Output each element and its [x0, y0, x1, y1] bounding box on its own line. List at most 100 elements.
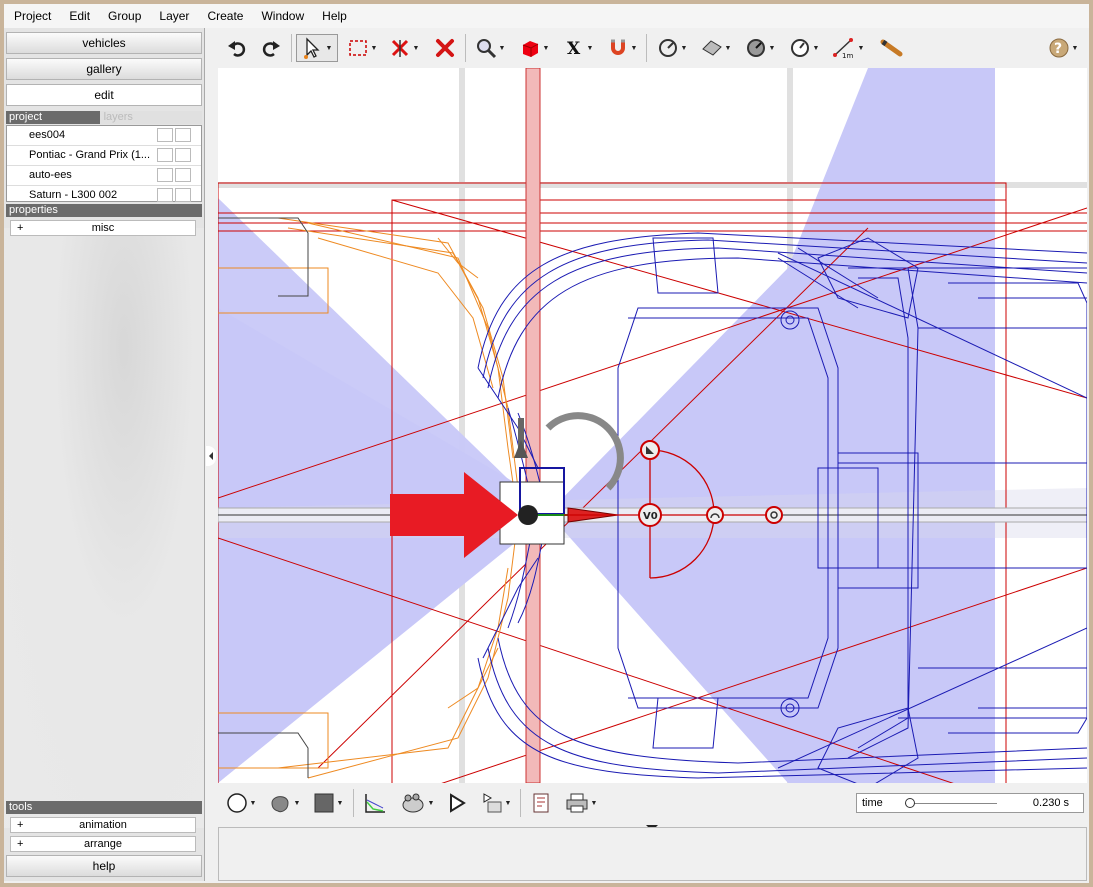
report-button[interactable]	[524, 789, 558, 817]
wireframe-scene[interactable]: V0	[218, 68, 1087, 783]
expand-icon[interactable]: +	[17, 837, 23, 851]
point-icon	[391, 39, 408, 57]
toolbar-separator	[465, 34, 466, 62]
visibility-checkbox[interactable]	[157, 128, 173, 142]
menu-create[interactable]: Create	[197, 9, 251, 23]
printer-icon	[566, 793, 588, 813]
toolbar-separator	[520, 789, 521, 817]
camera-button[interactable]: ▼	[396, 789, 438, 817]
box-icon	[522, 41, 538, 57]
select-tool-button[interactable]: ▼	[296, 34, 338, 62]
undo-icon	[228, 41, 246, 57]
project-name: auto-ees	[29, 169, 72, 181]
point-tool-button[interactable]: ▼	[384, 34, 424, 62]
properties-misc[interactable]: misc +	[10, 220, 196, 236]
measure-button[interactable]: 1m ▼	[828, 34, 868, 62]
bat-button[interactable]	[872, 34, 912, 62]
blob-shape-button[interactable]: ▼	[264, 789, 304, 817]
time-slider-track[interactable]	[905, 803, 997, 804]
svg-text:X: X	[567, 39, 581, 59]
play-button[interactable]	[440, 789, 474, 817]
color-swatch-icon	[314, 793, 334, 813]
list-item[interactable]: Pontiac - Grand Prix (1...	[7, 146, 201, 166]
list-item[interactable]: Saturn - L300 002	[7, 186, 201, 205]
color-swatch-button[interactable]: ▼	[308, 789, 348, 817]
zoom-icon	[476, 39, 496, 59]
dial-button[interactable]: ▼	[740, 34, 780, 62]
surface-button[interactable]: ▼	[696, 34, 736, 62]
sidebar: vehicles gallery edit project layers ees…	[4, 28, 205, 881]
zoom-button[interactable]: ▼	[470, 34, 510, 62]
menu-window[interactable]: Window	[251, 9, 312, 23]
gauge-icon	[658, 39, 677, 57]
lock-checkbox[interactable]	[175, 148, 191, 162]
chevron-left-icon	[209, 452, 213, 460]
select-arrow-icon	[303, 37, 320, 59]
print-button[interactable]: ▼	[560, 789, 602, 817]
help-icon: ?	[1049, 38, 1069, 58]
project-name: ees004	[29, 129, 66, 141]
tab-project[interactable]: project	[6, 111, 100, 124]
visibility-checkbox[interactable]	[157, 148, 173, 162]
time-slider-thumb[interactable]	[904, 798, 915, 808]
menu-layer[interactable]: Layer	[149, 9, 197, 23]
circle-shape-button[interactable]: ▼	[222, 789, 260, 817]
camera-icon	[402, 793, 424, 813]
rotation-handle[interactable]	[640, 440, 660, 460]
bat-icon	[880, 39, 903, 57]
lock-checkbox[interactable]	[175, 188, 191, 202]
tab-layers[interactable]: layers	[99, 111, 202, 124]
tools-animation[interactable]: animation +	[10, 817, 196, 833]
play-options-button[interactable]: ▼	[476, 789, 516, 817]
redo-icon	[262, 41, 280, 57]
gauge-button[interactable]: ▼	[652, 34, 692, 62]
list-item[interactable]: auto-ees	[7, 166, 201, 186]
edit-button[interactable]: edit	[6, 84, 202, 106]
tools-arrange[interactable]: arrange +	[10, 836, 196, 852]
accordion-label: animation	[79, 819, 127, 831]
report-icon	[533, 793, 549, 813]
velocity-label: V0	[643, 511, 658, 522]
blob-icon	[271, 796, 289, 813]
v0-handle[interactable]: V0	[638, 503, 662, 527]
toolbar-separator	[291, 34, 292, 62]
3d-viewport[interactable]: V0	[218, 68, 1087, 783]
surface-icon	[701, 40, 722, 56]
curve-handle[interactable]	[706, 506, 724, 524]
dial-icon	[746, 39, 765, 57]
end-handle[interactable]	[765, 506, 783, 524]
expand-icon[interactable]: +	[17, 818, 23, 832]
lock-checkbox[interactable]	[175, 128, 191, 142]
x-axis-icon: X	[567, 39, 581, 59]
circle-icon	[226, 793, 247, 813]
measure-label: 1m	[842, 52, 853, 59]
menu-group[interactable]: Group	[98, 9, 149, 23]
x-axis-button[interactable]: X ▼	[558, 34, 598, 62]
lock-checkbox[interactable]	[175, 168, 191, 182]
menu-help[interactable]: Help	[312, 9, 355, 23]
rect-select-button[interactable]: ▼	[342, 34, 382, 62]
gallery-button[interactable]: gallery	[6, 58, 202, 80]
box-button[interactable]: ▼	[514, 34, 554, 62]
graph-button[interactable]	[358, 789, 392, 817]
expand-icon[interactable]: +	[17, 221, 23, 235]
menu-edit[interactable]: Edit	[59, 9, 98, 23]
menu-project[interactable]: Project	[4, 9, 59, 23]
redo-button[interactable]	[254, 34, 288, 62]
sidebar-background	[4, 228, 204, 828]
tools-header: tools	[6, 801, 202, 814]
visibility-checkbox[interactable]	[157, 168, 173, 182]
vehicles-button[interactable]: vehicles	[6, 32, 202, 54]
magnet-button[interactable]: ▼	[602, 34, 642, 62]
undo-button[interactable]	[220, 34, 254, 62]
help-button[interactable]: help	[6, 855, 202, 877]
help-toolbar-button[interactable]: ? ▼	[1046, 34, 1080, 62]
log-panel	[218, 827, 1087, 881]
properties-header: properties	[6, 204, 202, 217]
delete-button[interactable]	[428, 34, 462, 62]
clock-button[interactable]: ▼	[784, 34, 824, 62]
visibility-checkbox[interactable]	[157, 188, 173, 202]
rectangle-select-icon	[348, 40, 367, 56]
toolbar-separator	[646, 34, 647, 62]
list-item[interactable]: ees004	[7, 126, 201, 146]
